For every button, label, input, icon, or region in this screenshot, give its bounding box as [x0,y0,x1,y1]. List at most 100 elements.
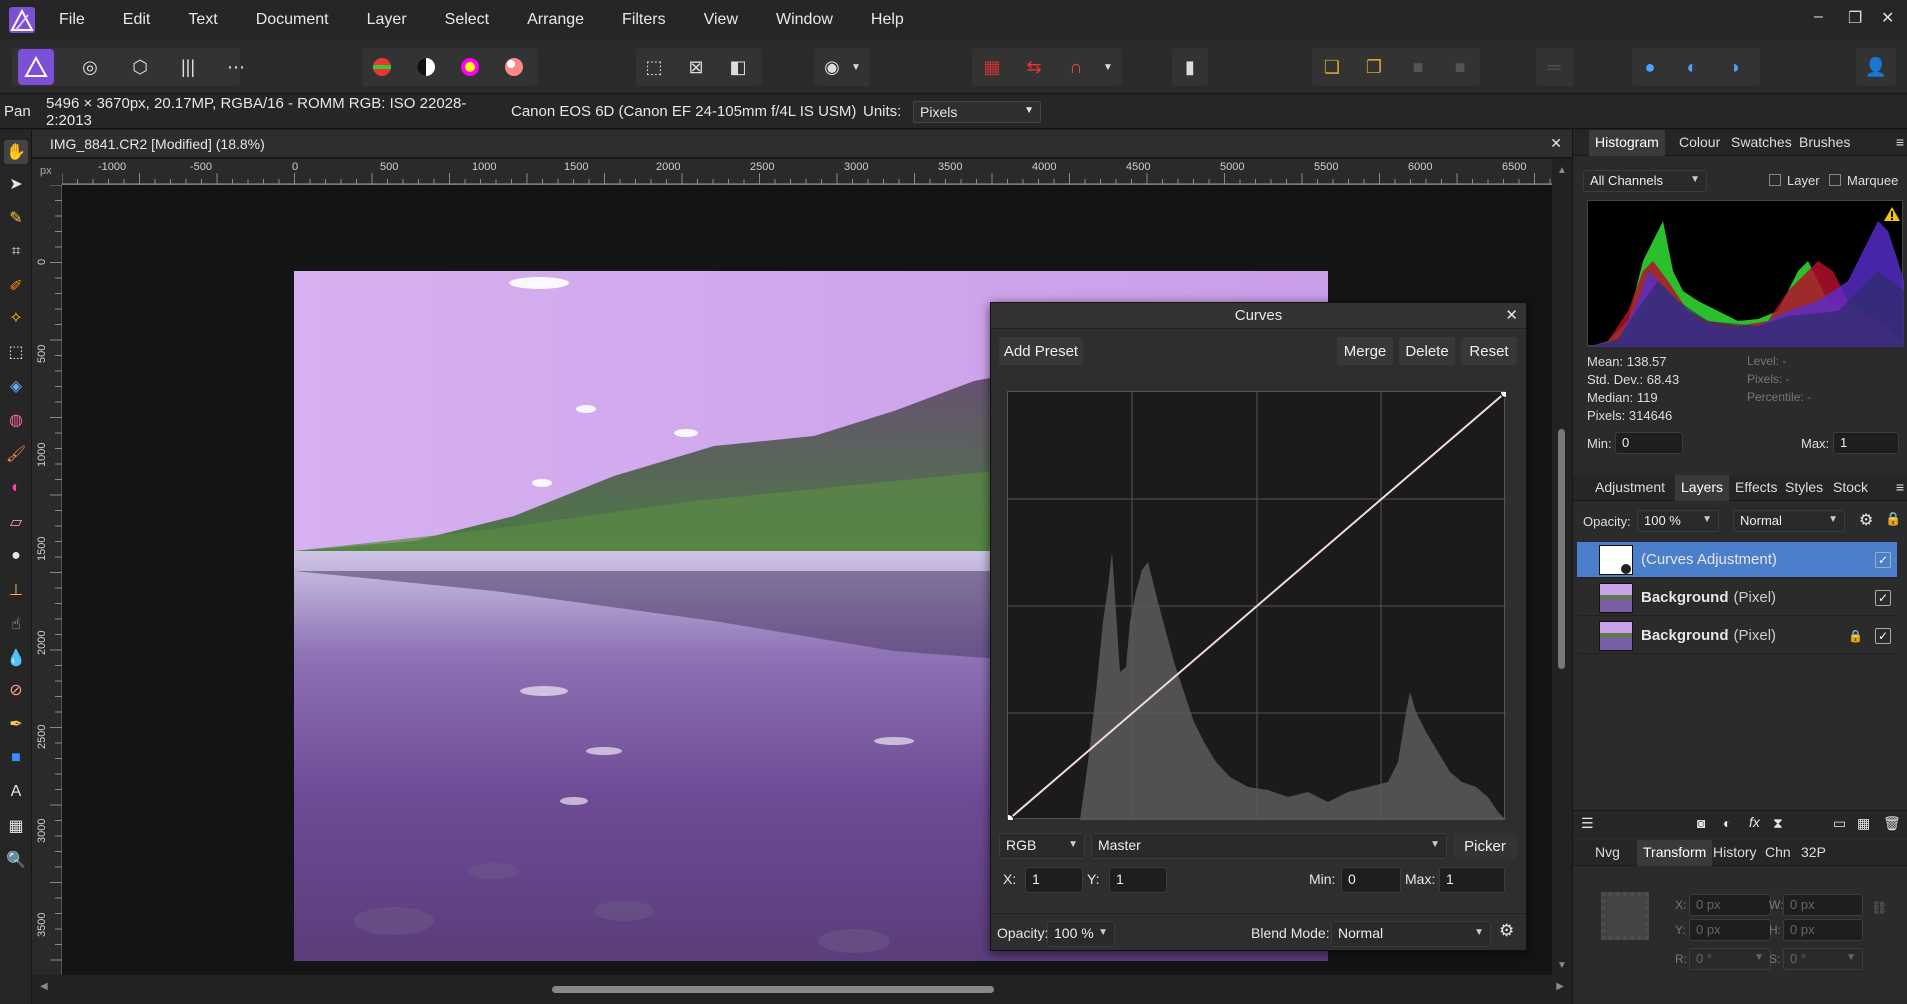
transform-rotation-dropdown[interactable]: 0 ° ▼ [1689,948,1771,970]
quick-mask-icon[interactable]: ◉ [814,49,850,85]
rectangle-tool-icon[interactable]: ■ [4,746,28,770]
quick-mask-dropdown-icon[interactable]: ▼ [846,49,866,85]
close-document-icon[interactable]: ✕ [1550,135,1562,152]
auto-colours-icon[interactable] [452,49,488,85]
healing-brush-icon[interactable]: ⊘ [4,678,28,702]
gear-icon[interactable]: ⚙ [1859,510,1873,530]
smudge-brush-icon[interactable]: ☝ [4,612,28,636]
marquee-checkbox[interactable] [1829,174,1841,186]
tab-stock[interactable]: Stock [1827,475,1874,501]
group-layers-icon[interactable]: ▭ [1833,815,1846,832]
tone-mapping-persona-icon[interactable]: ||| [170,49,206,85]
transform-shear-dropdown[interactable]: 0 ° ▼ [1783,948,1863,970]
colour-picker-tool-icon[interactable]: ✎ [4,206,28,230]
auto-contrast-icon[interactable] [408,49,444,85]
erase-brush-icon[interactable]: ▱ [4,510,28,534]
deselect-icon[interactable]: ⊠ [678,49,714,85]
boolean-subtract-icon[interactable]: ◐ [1674,49,1710,85]
menu-arrange[interactable]: Arrange [508,11,603,29]
blend-mode-dropdown[interactable]: Normal ▼ [1331,921,1491,947]
min-input[interactable]: 0 [1341,867,1401,893]
pan-tool-icon[interactable]: ✋ [4,140,28,164]
transform-y-input[interactable]: 0 px [1689,919,1771,941]
add-pixel-layer-icon[interactable]: ▦ [1857,815,1870,832]
histogram-max-input[interactable]: 1 [1833,432,1899,454]
invert-selection-icon[interactable]: ◧ [720,49,756,85]
arrange-backward-icon[interactable]: ■ [1442,49,1478,85]
menu-window[interactable]: Window [757,11,852,29]
delete-button[interactable]: Delete [1399,337,1455,365]
auto-white-balance-icon[interactable] [496,49,532,85]
layer-visibility-checkbox[interactable]: ✓ [1875,551,1891,568]
assistant-icon[interactable]: ▮ [1172,49,1208,85]
channels-dropdown[interactable]: All Channels ▼ [1583,170,1707,192]
layer-opacity-dropdown[interactable]: 100 % ▼ [1637,510,1719,532]
scroll-up-icon[interactable]: ▲ [1557,165,1567,176]
tab-channels[interactable]: Chn [1759,840,1797,866]
close-window-button[interactable]: ✕ [1881,8,1894,28]
lock-icon[interactable]: 🔒 [1848,629,1863,643]
x-input[interactable]: 1 [1025,867,1083,893]
gradient-tool-icon[interactable]: ◍ [4,408,28,432]
minimize-button[interactable]: – [1814,8,1823,26]
tab-effects[interactable]: Effects [1729,475,1784,501]
vertical-scrollbar[interactable]: ▲ ▼ [1552,159,1572,975]
opacity-dropdown[interactable]: 100 % ▼ [1047,921,1115,947]
live-filter-icon[interactable]: ⧗ [1773,815,1783,832]
reset-button[interactable]: Reset [1461,337,1517,365]
selection-brush-icon[interactable]: ✐ [4,274,28,298]
tab-adjustment[interactable]: Adjustment [1589,475,1671,501]
menu-help[interactable]: Help [852,11,923,29]
layer-visibility-checkbox[interactable]: ✓ [1875,627,1891,644]
layer-row-curves[interactable]: (Curves Adjustment) ✓ [1577,542,1897,578]
link-icon[interactable]: ⛓ [1871,900,1888,916]
trash-icon[interactable]: 🗑 [1883,815,1901,832]
picker-button[interactable]: Picker [1453,833,1517,859]
boolean-add-icon[interactable]: ● [1632,49,1668,85]
marquee-select-icon[interactable]: ⬚ [636,49,672,85]
transform-w-input[interactable]: 0 px [1783,894,1863,916]
curves-graph[interactable] [1003,387,1511,825]
blur-brush-icon[interactable]: 💧 [4,646,28,670]
mask-layer-icon[interactable]: ◙ [1697,815,1705,831]
tab-styles[interactable]: Styles [1779,475,1829,501]
arrange-front-icon[interactable]: ❐ [1356,49,1392,85]
menu-edit[interactable]: Edit [104,11,170,29]
arrange-forward-icon[interactable]: ■ [1400,49,1436,85]
pen-tool-icon[interactable]: ✒ [4,712,28,736]
menu-layer[interactable]: Layer [348,11,426,29]
snapping-icon[interactable]: ⇆ [1016,49,1052,85]
layer-blend-dropdown[interactable]: Normal ▼ [1733,510,1845,532]
tab-colour[interactable]: Colour [1673,130,1726,156]
vertical-scroll-thumb[interactable] [1558,429,1565,669]
panel-menu-icon[interactable]: ≡ [1896,134,1904,150]
y-input[interactable]: 1 [1109,867,1167,893]
units-dropdown[interactable]: Pixels ▼ [913,100,1041,123]
grid-icon[interactable]: ▦ [974,49,1010,85]
tab-histogram[interactable]: Histogram [1589,130,1665,156]
histogram-min-input[interactable]: 0 [1615,432,1683,454]
auto-levels-icon[interactable] [364,49,400,85]
align-icon[interactable]: ═ [1536,49,1572,85]
transform-h-input[interactable]: 0 px [1783,919,1863,941]
tab-layers[interactable]: Layers [1675,475,1730,501]
adjustment-layer-icon[interactable]: ◐ [1723,815,1731,831]
layer-row-background-locked[interactable]: Background (Pixel) 🔒 ✓ [1577,618,1897,654]
tab-brushes[interactable]: Brushes [1793,130,1856,156]
move-tool-icon[interactable]: ➤ [4,172,28,196]
paint-brush-icon[interactable]: 🖌 [4,442,28,466]
menu-document[interactable]: Document [237,11,348,29]
export-persona-icon[interactable]: ⋯ [218,49,254,85]
menu-view[interactable]: View [685,11,757,29]
menu-file[interactable]: File [40,11,104,29]
horizontal-scroll-thumb[interactable] [552,986,994,993]
magnet-snapping-icon[interactable]: ∩ [1058,49,1094,85]
account-icon[interactable]: 👤 [1858,49,1894,85]
add-preset-button[interactable]: Add Preset [999,337,1083,365]
liquify-persona-icon[interactable]: ◎ [72,49,108,85]
clone-brush-icon[interactable]: ⊥ [4,578,28,602]
tab-32p[interactable]: 32P [1795,840,1832,866]
restore-button[interactable]: ❐ [1848,8,1862,28]
tab-navigator[interactable]: Nvg [1589,840,1626,866]
tab-transform[interactable]: Transform [1637,840,1713,866]
